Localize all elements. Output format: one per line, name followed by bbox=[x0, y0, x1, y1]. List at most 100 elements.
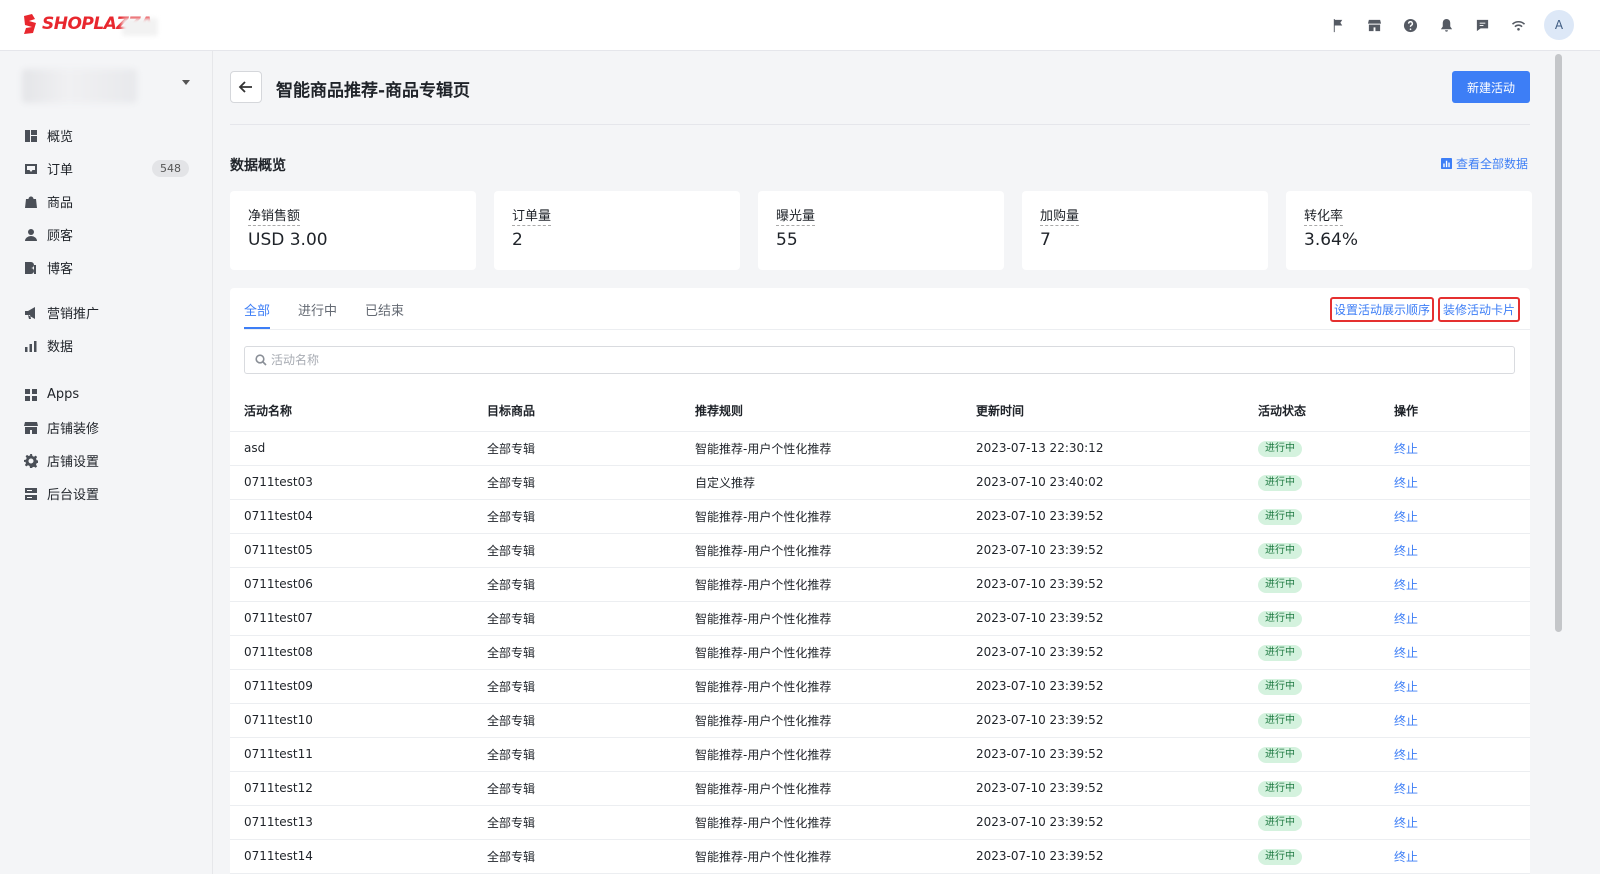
status-cell: 进行中 bbox=[1258, 499, 1394, 534]
decorate-card-link[interactable]: 装修活动卡片 bbox=[1438, 297, 1520, 322]
activity-name-text: 0711test03 bbox=[244, 475, 313, 489]
terminate-link[interactable]: 终止 bbox=[1394, 714, 1418, 728]
rule-cell: 智能推荐-用户个性化推荐 bbox=[695, 635, 976, 670]
target-product-text: 全部专辑 bbox=[487, 543, 536, 558]
rule-text: 智能推荐-用户个性化推荐 bbox=[695, 509, 832, 524]
terminate-link[interactable]: 终止 bbox=[1394, 680, 1418, 694]
message-icon[interactable] bbox=[1464, 10, 1500, 40]
sidebar-item-store-settings[interactable]: 店铺设置 bbox=[0, 444, 213, 477]
sidebar-item-store-design[interactable]: 店铺装修 bbox=[0, 411, 213, 444]
updated-time-text: 2023-07-10 23:39:52 bbox=[976, 781, 1104, 795]
target-product-text: 全部专辑 bbox=[487, 713, 536, 728]
target-product-cell: 全部专辑 bbox=[487, 839, 695, 874]
terminate-link[interactable]: 终止 bbox=[1394, 476, 1418, 490]
target-product-cell: 全部专辑 bbox=[487, 771, 695, 806]
blurred-area bbox=[122, 18, 158, 36]
status-cell: 进行中 bbox=[1258, 839, 1394, 874]
stat-label: 曝光量 bbox=[776, 209, 816, 226]
terminate-link[interactable]: 终止 bbox=[1394, 442, 1418, 456]
terminate-link[interactable]: 终止 bbox=[1394, 850, 1418, 864]
status-badge: 进行中 bbox=[1258, 474, 1302, 491]
scrollbar-thumb[interactable] bbox=[1555, 54, 1562, 632]
terminate-link[interactable]: 终止 bbox=[1394, 544, 1418, 558]
terminate-link[interactable]: 终止 bbox=[1394, 816, 1418, 830]
set-display-order-link[interactable]: 设置活动展示顺序 bbox=[1330, 297, 1434, 322]
table-row: 0711test08 全部专辑 智能推荐-用户个性化推荐 2023-07-10 23:… bbox=[230, 635, 1530, 670]
rule-cell: 智能推荐-用户个性化推荐 bbox=[695, 601, 976, 636]
updated-time-text: 2023-07-10 23:39:52 bbox=[976, 815, 1104, 829]
table-row: 0711test05 全部专辑 智能推荐-用户个性化推荐 2023-07-10 23:… bbox=[230, 533, 1530, 568]
action-cell: 终止 bbox=[1394, 499, 1530, 534]
activity-name-text: 0711test10 bbox=[244, 713, 313, 727]
page-scrollbar[interactable] bbox=[1554, 52, 1564, 874]
tabs-divider bbox=[244, 329, 1530, 330]
sidebar-item-data[interactable]: 数据 bbox=[0, 329, 213, 362]
updated-time-text: 2023-07-10 23:39:52 bbox=[976, 849, 1104, 863]
sidebar-item-label: 博客 bbox=[47, 262, 74, 277]
terminate-link[interactable]: 终止 bbox=[1394, 646, 1418, 660]
sidebar-item-blog[interactable]: 博客 bbox=[0, 251, 213, 284]
target-product-text: 全部专辑 bbox=[487, 747, 536, 762]
sidebar-item-admin-settings[interactable]: 后台设置 bbox=[0, 477, 213, 510]
stat-card-conversion: 转化率 3.64% bbox=[1286, 191, 1532, 270]
back-button[interactable] bbox=[230, 71, 262, 103]
activity-name-text: 0711test06 bbox=[244, 577, 313, 591]
rule-cell: 智能推荐-用户个性化推荐 bbox=[695, 567, 976, 602]
wifi-icon[interactable] bbox=[1500, 10, 1536, 40]
sidebar-item-label: 顾客 bbox=[47, 229, 74, 244]
action-cell: 终止 bbox=[1394, 567, 1530, 602]
terminate-link[interactable]: 终止 bbox=[1394, 510, 1418, 524]
target-product-cell: 全部专辑 bbox=[487, 431, 695, 466]
rule-text: 智能推荐-用户个性化推荐 bbox=[695, 679, 832, 694]
updated-time-text: 2023-07-10 23:39:52 bbox=[976, 679, 1104, 693]
avatar[interactable]: A bbox=[1544, 10, 1574, 40]
store-selector[interactable] bbox=[20, 67, 196, 109]
table-row: 0711test12 全部专辑 智能推荐-用户个性化推荐 2023-07-10 23:… bbox=[230, 771, 1530, 806]
terminate-link[interactable]: 终止 bbox=[1394, 612, 1418, 626]
help-icon[interactable] bbox=[1392, 10, 1428, 40]
stat-label: 订单量 bbox=[512, 209, 552, 226]
tab-in-progress[interactable]: 进行中 bbox=[298, 288, 337, 329]
tab-all[interactable]: 全部 bbox=[244, 288, 271, 329]
sidebar-item-apps[interactable]: Apps bbox=[0, 378, 213, 411]
activity-name-cell: 0711test08 bbox=[230, 635, 487, 670]
action-cell: 终止 bbox=[1394, 771, 1530, 806]
nav-group-settings: Apps 店铺装修 店铺设置 后台设置 bbox=[0, 378, 213, 510]
rule-cell: 智能推荐-用户个性化推荐 bbox=[695, 839, 976, 874]
nav-group-marketing: 营销推广 数据 bbox=[0, 296, 213, 362]
updated-time-cell: 2023-07-13 22:30:12 bbox=[976, 431, 1258, 466]
terminate-link[interactable]: 终止 bbox=[1394, 782, 1418, 796]
search-field[interactable] bbox=[244, 346, 1515, 374]
column-header: 操作 bbox=[1394, 390, 1530, 432]
updated-time-cell: 2023-07-10 23:39:52 bbox=[976, 635, 1258, 670]
search-input[interactable] bbox=[271, 353, 871, 367]
rule-text: 智能推荐-用户个性化推荐 bbox=[695, 781, 832, 796]
sidebar-item-customers[interactable]: 顾客 bbox=[0, 218, 213, 251]
sidebar-item-marketing[interactable]: 营销推广 bbox=[0, 296, 213, 329]
status-cell: 进行中 bbox=[1258, 737, 1394, 772]
new-activity-button[interactable]: 新建活动 bbox=[1452, 71, 1530, 103]
activity-name-cell: 0711test03 bbox=[230, 465, 487, 500]
table-row: 0711test06 全部专辑 智能推荐-用户个性化推荐 2023-07-10 23:… bbox=[230, 567, 1530, 602]
stat-value: USD 3.00 bbox=[248, 230, 328, 250]
view-all-data-link[interactable]: 查看全部数据 bbox=[1441, 155, 1528, 172]
sidebar-item-overview[interactable]: 概览 bbox=[0, 119, 213, 152]
tab-ended[interactable]: 已结束 bbox=[365, 288, 404, 329]
status-cell: 进行中 bbox=[1258, 635, 1394, 670]
terminate-link[interactable]: 终止 bbox=[1394, 748, 1418, 762]
status-badge: 进行中 bbox=[1258, 644, 1302, 661]
flag-icon[interactable] bbox=[1320, 10, 1356, 40]
updated-time-text: 2023-07-10 23:39:52 bbox=[976, 509, 1104, 523]
terminate-link[interactable]: 终止 bbox=[1394, 578, 1418, 592]
sidebar-item-products[interactable]: 商品 bbox=[0, 185, 213, 218]
bell-icon[interactable] bbox=[1428, 10, 1464, 40]
action-cell: 终止 bbox=[1394, 669, 1530, 704]
store-icon[interactable] bbox=[1356, 10, 1392, 40]
target-product-text: 全部专辑 bbox=[487, 679, 536, 694]
store-icon bbox=[23, 420, 38, 435]
view-all-label: 查看全部数据 bbox=[1456, 157, 1529, 171]
target-product-cell: 全部专辑 bbox=[487, 669, 695, 704]
apps-icon bbox=[23, 387, 38, 402]
column-header: 活动名称 bbox=[230, 390, 487, 432]
sidebar-item-orders[interactable]: 订单 548 bbox=[0, 152, 213, 185]
